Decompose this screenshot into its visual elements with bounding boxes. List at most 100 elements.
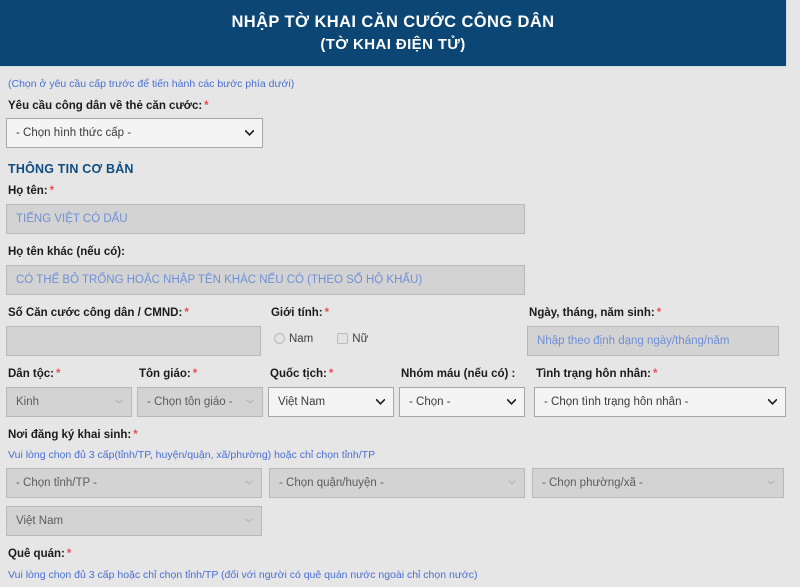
required-marker: *: [655, 307, 661, 319]
other-name-label-text: Họ tên khác (nếu có):: [8, 246, 125, 258]
chevron-down-icon: [508, 469, 516, 497]
id-number-input[interactable]: [6, 326, 261, 356]
nationality-label-text: Quốc tịch:: [270, 368, 327, 380]
gender-label-text: Giới tính:: [271, 307, 323, 319]
radio-unchecked-icon[interactable]: [274, 333, 285, 344]
marital-status-select[interactable]: - Chọn tình trạng hôn nhân -: [534, 387, 786, 417]
birth-date-field: Ngày, tháng, năm sinh:* Nhập theo định d…: [527, 307, 790, 356]
religion-field: Tôn giáo:* - Chọn tôn giáo -: [137, 368, 268, 417]
chevron-down-icon: [376, 388, 385, 416]
request-type-label: Yêu cầu công dân về thẻ căn cước:*: [6, 100, 790, 119]
gender-option-male[interactable]: Nam: [274, 333, 313, 345]
required-marker: [515, 368, 517, 380]
chevron-down-icon: [115, 388, 123, 416]
full-name-placeholder: TIẾNG VIỆT CÓ DẤU: [16, 213, 128, 225]
identity-row: Số Căn cước công dân / CMND:* Giới tính:…: [6, 307, 790, 356]
birth-ward-col: - Chọn phường/xã -: [532, 468, 790, 498]
full-name-input[interactable]: TIẾNG VIỆT CÓ DẤU: [6, 204, 525, 234]
blood-type-label: Nhóm máu (nếu có) :: [399, 368, 534, 387]
birth-district-col: - Chọn quận/huyện -: [269, 468, 532, 498]
chevron-down-icon: [246, 388, 254, 416]
required-marker: *: [323, 307, 329, 319]
birth-registration-selects-row: - Chọn tỉnh/TP - - Chọn quận/huyện - - C…: [6, 468, 790, 498]
chevron-down-glyph: [115, 399, 123, 404]
full-name-label: Họ tên:*: [6, 185, 790, 204]
required-marker: [125, 246, 127, 258]
required-marker: *: [48, 185, 54, 197]
ethnicity-label-text: Dân tộc:: [8, 368, 54, 380]
gender-option-female-label: Nữ: [352, 333, 368, 345]
birth-province-select[interactable]: - Chọn tỉnh/TP -: [6, 468, 262, 498]
chevron-down-icon: [767, 469, 775, 497]
nationality-value: Việt Nam: [278, 396, 325, 408]
other-name-input[interactable]: CÓ THỂ BỎ TRỐNG HOẶC NHẬP TÊN KHÁC NẾU C…: [6, 265, 525, 295]
ethnicity-value: Kinh: [16, 396, 39, 408]
religion-label-text: Tôn giáo:: [139, 368, 191, 380]
birth-ward-select[interactable]: - Chọn phường/xã -: [532, 468, 784, 498]
birth-province-value: - Chọn tỉnh/TP -: [16, 477, 97, 489]
birth-country-select[interactable]: Việt Nam: [6, 506, 262, 536]
required-marker: *: [327, 368, 333, 380]
religion-label: Tôn giáo:*: [137, 368, 268, 387]
birth-country-value: Việt Nam: [16, 515, 63, 527]
birth-registration-label: Nơi đăng ký khai sinh:*: [6, 429, 790, 448]
marital-status-label: Tình trạng hôn nhân:*: [534, 368, 790, 387]
demographics-row: Dân tộc:* Kinh Tôn giáo:* - Chọn tôn giá…: [6, 368, 790, 417]
chevron-down-glyph: [245, 518, 253, 523]
marital-status-label-text: Tình trạng hôn nhân:: [536, 368, 651, 380]
chevron-down-icon: [245, 507, 253, 535]
request-type-label-text: Yêu cầu công dân về thẻ căn cước:: [8, 100, 202, 112]
nationality-field: Quốc tịch:* Việt Nam: [268, 368, 399, 417]
chevron-down-glyph: [246, 399, 254, 404]
page-title: NHẬP TỜ KHAI CĂN CƯỚC CÔNG DÂN: [231, 11, 554, 34]
required-marker: *: [65, 548, 71, 560]
chevron-down-glyph: [508, 480, 516, 485]
birth-registration-label-text: Nơi đăng ký khai sinh:: [8, 429, 131, 441]
ethnicity-select[interactable]: Kinh: [6, 387, 132, 417]
section-title-basic-info: THÔNG TIN CƠ BẢN: [6, 148, 790, 185]
hometown-label: Quê quán:*: [6, 548, 790, 567]
ethnicity-label: Dân tộc:*: [6, 368, 137, 387]
required-marker: *: [182, 307, 188, 319]
checkbox-unchecked-icon[interactable]: [337, 333, 348, 344]
chevron-down-glyph: [507, 399, 516, 405]
blood-type-label-text: Nhóm máu (nếu có) :: [401, 368, 515, 380]
id-number-label-text: Số Căn cước công dân / CMND:: [8, 307, 182, 319]
birth-district-value: - Chọn quận/huyện -: [279, 477, 384, 489]
marital-status-value: - Chọn tình trạng hôn nhân -: [544, 396, 689, 408]
other-name-label: Họ tên khác (nếu có):: [6, 246, 790, 265]
blood-type-select[interactable]: - Chọn -: [399, 387, 525, 417]
marital-status-field: Tình trạng hôn nhân:* - Chọn tình trạng …: [534, 368, 790, 417]
birth-date-input[interactable]: Nhập theo định dạng ngày/tháng/năm: [527, 326, 779, 356]
birth-district-select[interactable]: - Chọn quận/huyện -: [269, 468, 525, 498]
religion-value: - Chọn tôn giáo -: [147, 396, 233, 408]
required-marker: *: [651, 368, 657, 380]
nationality-label: Quốc tịch:*: [268, 368, 399, 387]
chevron-down-glyph: [767, 480, 775, 485]
blood-type-field: Nhóm máu (nếu có) : - Chọn -: [399, 368, 534, 417]
other-name-placeholder: CÓ THỂ BỎ TRỐNG HOẶC NHẬP TÊN KHÁC NẾU C…: [16, 274, 422, 286]
chevron-down-glyph: [245, 480, 253, 485]
chevron-down-icon: [245, 119, 254, 147]
page-subtitle: (TỜ KHAI ĐIỆN TỬ): [320, 34, 465, 55]
id-number-field: Số Căn cước công dân / CMND:*: [6, 307, 269, 356]
religion-select[interactable]: - Chọn tôn giáo -: [137, 387, 263, 417]
nationality-select[interactable]: Việt Nam: [268, 387, 394, 417]
chevron-down-icon: [507, 388, 516, 416]
required-marker: *: [131, 429, 137, 441]
required-marker: *: [202, 100, 208, 112]
ethnicity-field: Dân tộc:* Kinh: [6, 368, 137, 417]
request-type-select[interactable]: - Chọn hình thức cấp -: [6, 118, 263, 148]
birth-date-label-text: Ngày, tháng, năm sinh:: [529, 307, 655, 319]
gender-option-female[interactable]: Nữ: [337, 333, 368, 345]
required-marker: *: [54, 368, 60, 380]
id-number-label: Số Căn cước công dân / CMND:*: [6, 307, 269, 326]
birth-province-col: - Chọn tỉnh/TP -: [6, 468, 269, 498]
required-marker: *: [191, 368, 197, 380]
gender-label: Giới tính:*: [269, 307, 527, 326]
page-header-banner: NHẬP TỜ KHAI CĂN CƯỚC CÔNG DÂN (TỜ KHAI …: [0, 0, 787, 67]
birth-ward-value: - Chọn phường/xã -: [542, 477, 643, 489]
full-name-label-text: Họ tên:: [8, 185, 48, 197]
gender-field: Giới tính:* Nam Nữ: [269, 307, 527, 352]
hometown-label-text: Quê quán:: [8, 548, 65, 560]
